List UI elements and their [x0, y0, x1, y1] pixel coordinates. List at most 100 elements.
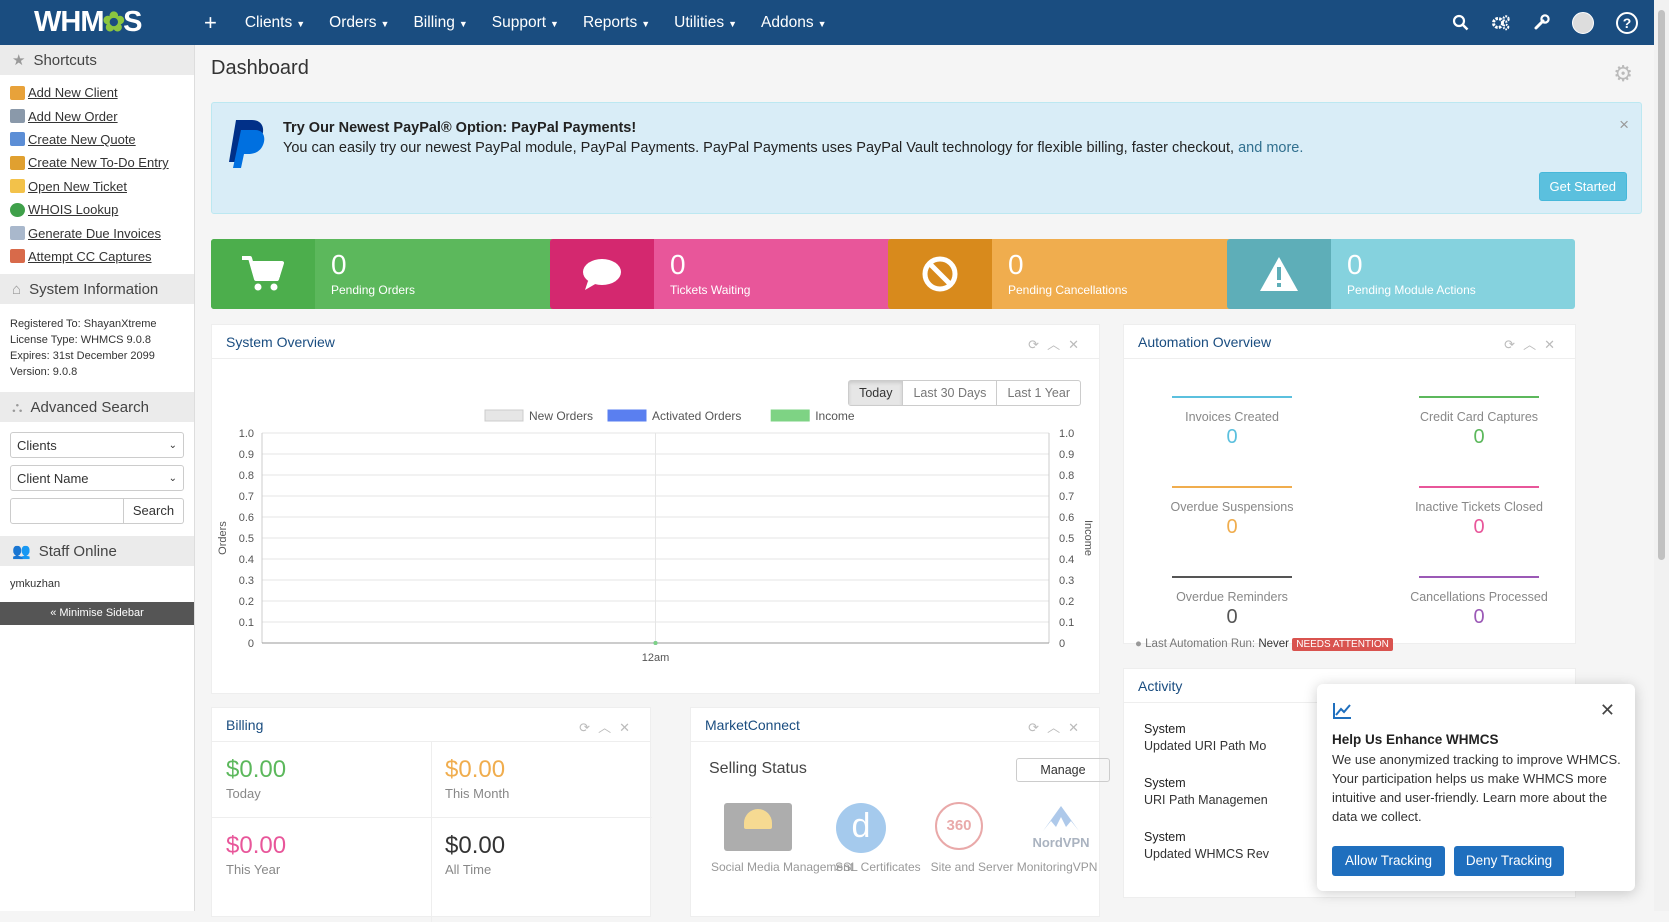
scrollbar-thumb[interactable]	[1658, 10, 1665, 560]
close-icon[interactable]: ✕	[1600, 700, 1615, 721]
product-ssl[interactable]: d	[836, 803, 886, 853]
menu-clients[interactable]: Clients ▼	[245, 14, 305, 32]
system-info: Registered To: ShayanXtreme License Type…	[0, 304, 194, 392]
y-axis-label: Orders	[217, 521, 229, 555]
stat-tickets-waiting[interactable]: 0 Tickets Waiting	[550, 239, 898, 309]
registered-to: Registered To: ShayanXtreme	[10, 318, 157, 331]
help-icon[interactable]: ?	[1616, 11, 1638, 34]
allow-tracking-button[interactable]: Allow Tracking	[1332, 846, 1445, 876]
chevron-down-icon: ⌄	[168, 439, 177, 451]
caret-down-icon: ▼	[550, 18, 559, 29]
staff-online-header: 👥 Staff Online	[0, 536, 194, 567]
page-title: Dashboard	[211, 57, 309, 79]
panel-tools: ⟳︿✕	[1028, 334, 1087, 353]
search-input[interactable]	[10, 498, 124, 525]
refresh-icon[interactable]: ⟳	[1028, 337, 1047, 352]
panel-tools: ⟳︿✕	[579, 717, 638, 736]
shortcut-add-new-order[interactable]: Add New Order	[10, 104, 194, 127]
menu-support[interactable]: Support ▼	[492, 14, 559, 32]
close-icon[interactable]: ×	[1619, 115, 1629, 135]
page-scrollbar[interactable]	[1654, 0, 1669, 911]
search-field-select[interactable]: Client Name ⌄	[10, 465, 184, 492]
search-button[interactable]: Search	[124, 498, 184, 525]
caret-down-icon: ▼	[817, 18, 827, 29]
auto-invoices-created: Invoices Created 0	[1132, 396, 1332, 449]
wrench-icon[interactable]	[1533, 14, 1550, 31]
auto-inactive-tickets-closed: Inactive Tickets Closed 0	[1379, 486, 1579, 539]
product-vpn[interactable]: NordVPN	[1029, 804, 1093, 850]
staff-name: ymkuzhan	[10, 578, 61, 591]
top-icons: ?	[1452, 0, 1638, 45]
todo-icon	[10, 155, 25, 170]
manage-button[interactable]: Manage	[1016, 758, 1110, 782]
alert-more-link[interactable]: and more.	[1238, 140, 1303, 156]
stat-bar	[1419, 396, 1539, 398]
cogs-icon[interactable]	[1491, 14, 1511, 31]
quick-add-button[interactable]: +	[204, 10, 217, 36]
billing-this-year: $0.00 This Year	[226, 832, 287, 877]
ticket-icon	[10, 179, 25, 194]
shortcut-add-new-client[interactable]: Add New Client	[10, 81, 194, 104]
shortcut-whois-lookup[interactable]: WHOIS Lookup	[10, 198, 194, 221]
stat-label: Pending Cancellations	[1008, 283, 1128, 297]
minimise-sidebar-button[interactable]: « Minimise Sidebar	[0, 602, 194, 626]
stat-value: 0	[331, 249, 347, 280]
stat-pending-cancellations[interactable]: 0 Pending Cancellations	[888, 239, 1236, 309]
product-labels: Social Media ManagementSSL Certificates S…	[711, 860, 1098, 874]
social-media-icon	[724, 803, 792, 851]
collapse-icon[interactable]: ︿	[598, 720, 619, 735]
stat-icon-box	[1227, 239, 1331, 309]
stat-pending-orders[interactable]: 0 Pending Orders	[211, 239, 559, 309]
refresh-icon[interactable]: ⟳	[579, 720, 598, 735]
x-tick-label: 12am	[642, 652, 670, 664]
expires: Expires: 31st December 2099	[10, 350, 155, 363]
whmcs-logo[interactable]: WHM ✿ S	[34, 6, 184, 39]
stat-value: 0	[670, 249, 686, 280]
popup-title: Help Us Enhance WHMCS	[1332, 732, 1499, 747]
alert-title: Try Our Newest PayPal® Option: PayPal Pa…	[283, 120, 637, 136]
refresh-icon[interactable]: ⟳	[1028, 720, 1047, 735]
product-social-media[interactable]	[711, 803, 805, 851]
refresh-icon[interactable]: ⟳	[1504, 337, 1523, 352]
binoculars-icon: ⛬	[12, 398, 23, 416]
shortcut-open-new-ticket[interactable]: Open New Ticket	[10, 175, 194, 198]
collapse-icon[interactable]: ︿	[1523, 337, 1544, 352]
stat-icon-box	[888, 239, 992, 309]
stat-bar	[1419, 576, 1539, 578]
collapse-icon[interactable]: ︿	[1047, 337, 1068, 352]
shortcut-create-new-quote[interactable]: Create New Quote	[10, 128, 194, 151]
line-chart-icon	[1333, 703, 1351, 719]
shortcut-generate-due-invoices[interactable]: Generate Due Invoices	[10, 221, 194, 244]
close-icon[interactable]: ✕	[619, 720, 638, 735]
close-icon[interactable]: ✕	[1068, 720, 1087, 735]
last-automation-run: ● Last Automation Run: Never NEEDS ATTEN…	[1135, 638, 1393, 651]
stat-pending-module-actions[interactable]: 0 Pending Module Actions	[1227, 239, 1575, 309]
gear-icon[interactable]: ⚙	[1613, 61, 1633, 87]
menu-utilities[interactable]: Utilities ▼	[674, 14, 737, 32]
shortcut-create-new-todo[interactable]: Create New To-Do Entry	[10, 151, 194, 174]
get-started-button[interactable]: Get Started	[1538, 172, 1627, 201]
advanced-search-header: ⛬ Advanced Search	[0, 392, 194, 423]
collapse-icon[interactable]: ︿	[1047, 720, 1068, 735]
menu-reports[interactable]: Reports ▼	[583, 14, 650, 32]
shopping-cart-icon	[242, 256, 284, 291]
y2-tick-label: 0.3	[1059, 575, 1074, 587]
menu-billing[interactable]: Billing ▼	[413, 14, 467, 32]
stat-icon-box	[211, 239, 315, 309]
popup-body: We use anonymized tracking to improve WH…	[1332, 752, 1621, 824]
product-monitoring[interactable]: 360	[935, 802, 983, 850]
avatar-icon[interactable]	[1572, 11, 1594, 34]
close-icon[interactable]: ✕	[1544, 337, 1563, 352]
menu-addons[interactable]: Addons ▼	[761, 14, 827, 32]
caret-down-icon: ▼	[728, 18, 738, 29]
panel-tools: ⟳︿✕	[1028, 717, 1087, 736]
deny-tracking-button[interactable]: Deny Tracking	[1454, 846, 1564, 876]
divider	[212, 817, 652, 818]
search-icon[interactable]	[1452, 14, 1469, 31]
search-type-select[interactable]: Clients ⌄	[10, 432, 184, 459]
auto-overdue-reminders: Overdue Reminders 0	[1132, 576, 1332, 629]
shortcut-attempt-cc-captures[interactable]: Attempt CC Captures	[10, 245, 194, 268]
menu-orders[interactable]: Orders ▼	[329, 14, 389, 32]
close-icon[interactable]: ✕	[1068, 337, 1087, 352]
activity-item: System URI Path Managemen	[1144, 776, 1268, 807]
